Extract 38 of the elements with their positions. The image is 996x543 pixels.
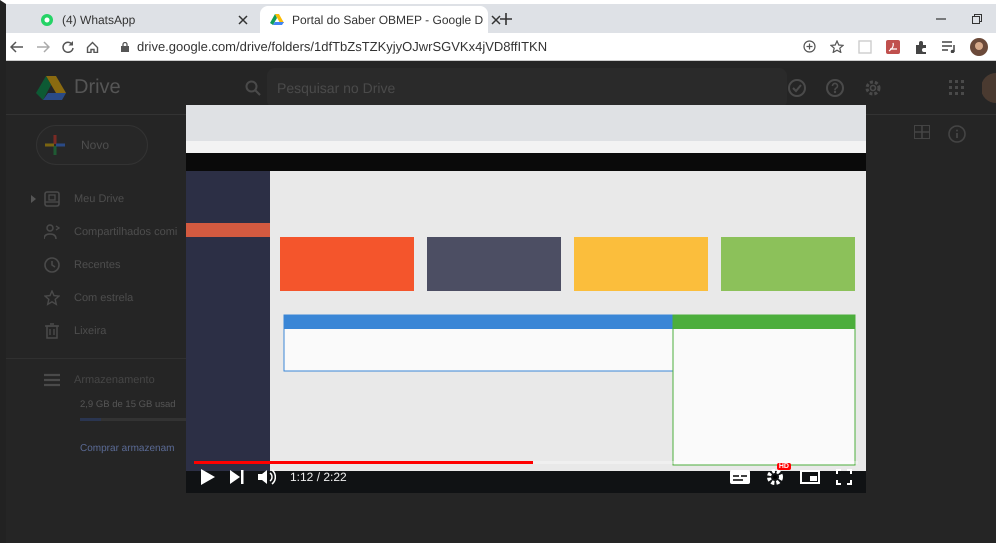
triangle-logo-icon <box>270 12 284 26</box>
reload-icon[interactable] <box>62 40 74 52</box>
restore-icon[interactable] <box>972 14 982 24</box>
fullscreen-button[interactable] <box>836 469 852 485</box>
add-circle-icon[interactable] <box>803 40 816 53</box>
buy-storage-link[interactable]: Comprar armazenam <box>80 443 174 454</box>
subtitles-button[interactable] <box>730 470 750 484</box>
triangle-logo-icon <box>36 74 66 100</box>
video-progress-bar[interactable] <box>194 461 858 464</box>
volume-button[interactable] <box>258 469 276 485</box>
people-icon <box>44 224 60 240</box>
play-button[interactable] <box>200 468 216 486</box>
lock-icon <box>121 42 129 52</box>
playlist-icon[interactable] <box>942 40 956 52</box>
video-time: 1:12 / 2:22 <box>290 470 347 484</box>
browser-tab[interactable]: (4) WhatsApp <box>30 6 258 33</box>
pdf-extension-icon[interactable] <box>886 40 900 54</box>
back-icon[interactable] <box>10 40 24 52</box>
next-button[interactable] <box>230 470 244 484</box>
avatar-icon[interactable] <box>970 38 988 56</box>
star-icon[interactable] <box>830 40 844 53</box>
storage-icon <box>44 373 60 387</box>
settings-button[interactable] <box>766 468 784 486</box>
url-text: drive.google.com/drive/folders/1dfTbZsTZKyjyOJwrSGVKx4jVD8ffITKN <box>137 39 548 54</box>
puzzle-icon[interactable] <box>914 40 928 54</box>
circle-logo-icon <box>40 12 54 26</box>
close-icon[interactable] <box>491 14 502 24</box>
home-icon[interactable] <box>86 40 99 52</box>
star-icon <box>44 290 60 306</box>
new-tab-button[interactable] <box>498 11 514 27</box>
clock-icon <box>44 256 60 272</box>
address-bar[interactable]: drive.google.com/drive/folders/1dfTbZsTZKyjyOJwrSGVKx4jVD8ffITKN <box>111 36 791 58</box>
trash-icon <box>44 322 60 338</box>
close-icon[interactable] <box>238 14 248 24</box>
drive-icon <box>44 190 60 206</box>
miniplayer-button[interactable] <box>800 470 820 484</box>
plus-icon <box>45 135 65 155</box>
check-circle-icon[interactable] <box>787 78 807 98</box>
